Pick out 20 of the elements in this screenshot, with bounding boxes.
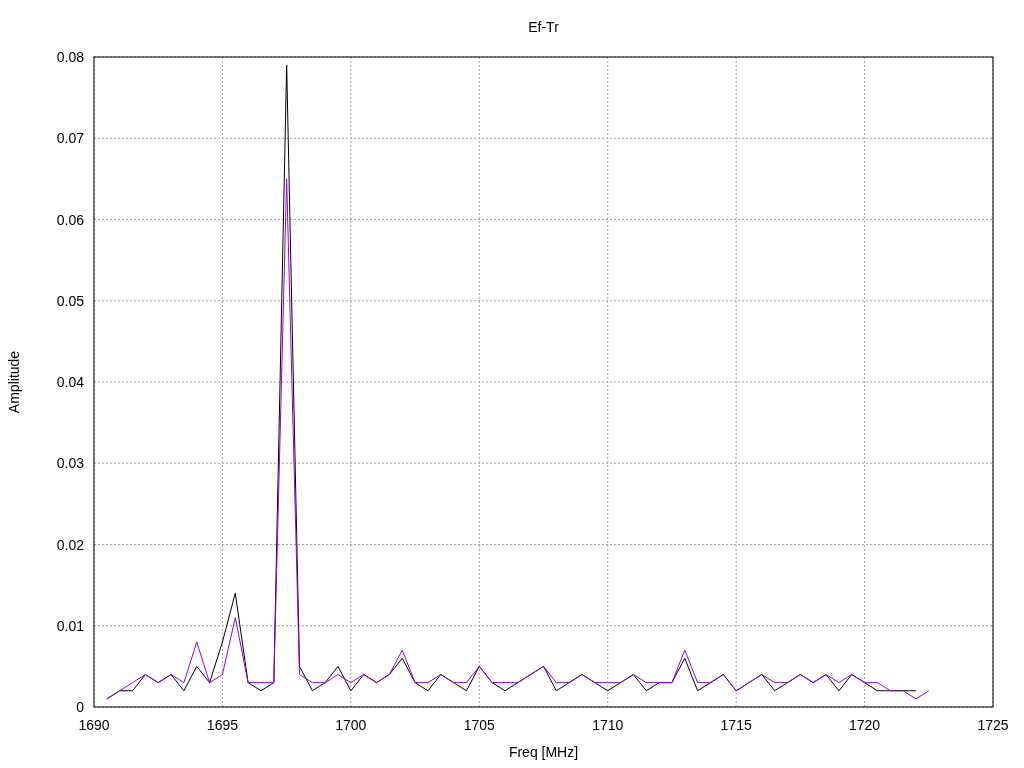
y-tick-label: 0.03 bbox=[56, 455, 84, 472]
y-tick-label: 0.08 bbox=[56, 49, 84, 65]
x-tick-label: 1690 bbox=[78, 717, 110, 733]
x-tick-label: 1720 bbox=[849, 717, 881, 733]
y-tick-label: 0.05 bbox=[56, 292, 84, 309]
y-tick-label: 0 bbox=[76, 699, 84, 715]
x-tick-label: 1725 bbox=[977, 717, 1009, 733]
y-tick-label: 0.01 bbox=[56, 617, 84, 634]
y-tick-label: 0.02 bbox=[56, 536, 84, 553]
chart-title: Ef-Tr bbox=[528, 19, 559, 35]
x-tick-label: 1700 bbox=[335, 717, 367, 733]
x-tick-label: 1695 bbox=[206, 717, 238, 733]
y-axis-label: Amplitude bbox=[6, 350, 22, 414]
x-axis-label: Freq [MHz] bbox=[508, 744, 579, 760]
x-tick-label: 1715 bbox=[720, 717, 752, 733]
x-tick-label: 1705 bbox=[463, 717, 495, 733]
y-tick-label: 0.06 bbox=[56, 211, 84, 228]
y-tick-label: 0.07 bbox=[56, 130, 84, 147]
x-tick-label: 1710 bbox=[592, 717, 624, 733]
y-tick-label: 0.04 bbox=[56, 374, 84, 390]
